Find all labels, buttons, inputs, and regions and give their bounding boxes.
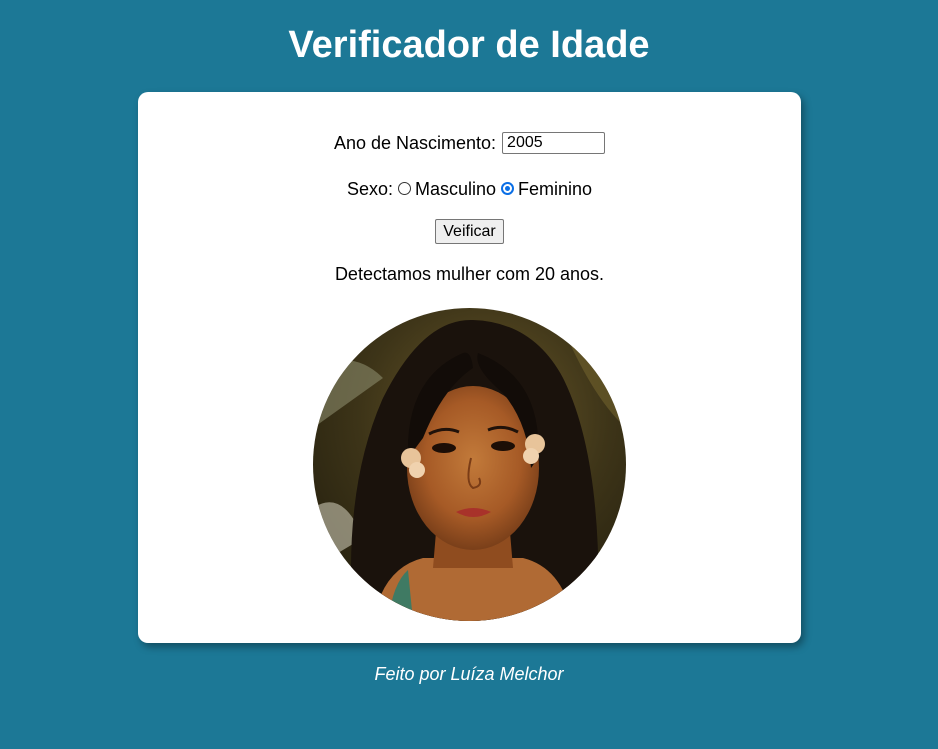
year-label: Ano de Nascimento:	[333, 133, 497, 153]
footer-credit: Feito por Luíza Melchor	[374, 664, 564, 684]
form-card: Ano de Nascimento: Sexo: Masculino Feminin…	[138, 92, 801, 643]
radio-feminino[interactable]	[501, 181, 515, 195]
sex-label: Sexo:	[346, 179, 393, 199]
radio-masculino-label[interactable]: Masculino	[415, 179, 496, 199]
verify-button[interactable]: Veificar	[435, 219, 504, 244]
portrait-image	[313, 308, 626, 621]
button-row: Veificar	[138, 219, 801, 245]
page-title: Verificador de Idade	[288, 24, 650, 66]
year-row: Ano de Nascimento:	[138, 129, 801, 157]
result-photo	[313, 308, 626, 621]
radio-feminino-label[interactable]: Feminino	[518, 179, 592, 199]
result-text: Detectamos mulher com 20 anos.	[334, 264, 605, 284]
sex-row: Sexo: Masculino Feminino	[138, 175, 801, 203]
radio-masculino[interactable]	[397, 181, 411, 195]
year-input[interactable]	[502, 132, 606, 155]
